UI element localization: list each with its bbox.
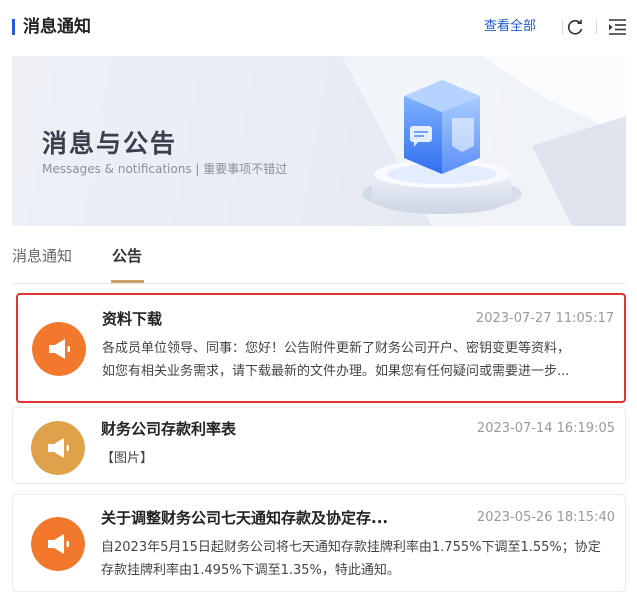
summary-line: 各成员单位领导、同事：您好！公告附件更新了财务公司开户、密钥变更等资料， [102, 341, 571, 356]
tab-messages[interactable]: 消息通知 [12, 246, 72, 266]
announcement-card[interactable]: 关于调整财务公司七天通知存款及协定存... 2023-05-26 18:15:4… [12, 494, 626, 592]
banner: 消息与公告 Messages & notifications | 重要事项不错过 [12, 56, 626, 226]
announcement-title: 财务公司存款利率表 [101, 420, 237, 438]
summary-line: 如您有相关业务需求，请下载最新的文件办理。如果您有任何疑问或需要进一步... [102, 364, 570, 379]
active-tab-indicator [111, 280, 144, 283]
announcement-card[interactable]: 资料下载 2023-07-27 11:05:17 各成员单位领导、同事：您好！公… [16, 293, 626, 403]
header-accent-bar [12, 19, 15, 35]
megaphone-icon [31, 421, 85, 475]
tab-announcements[interactable]: 公告 [112, 246, 142, 266]
announcement-time: 2023-05-26 18:15:40 [476, 510, 615, 525]
banner-subtitle: Messages & notifications | 重要事项不错过 [42, 162, 288, 176]
megaphone-icon [31, 517, 85, 571]
announcement-summary: 【图片】 [101, 447, 613, 470]
menu-list-icon[interactable] [608, 18, 627, 36]
announcement-title: 资料下载 [102, 310, 163, 328]
summary-line: 【图片】 [101, 451, 154, 466]
megaphone-icon [32, 322, 86, 376]
announcement-summary: 各成员单位领导、同事：您好！公告附件更新了财务公司开户、密钥变更等资料， 如您有… [102, 337, 612, 383]
header-divider [596, 20, 597, 34]
summary-line: 自2023年5月15日起财务公司将七天通知存款挂牌利率由1.755%下调至1.5… [101, 540, 601, 555]
header-divider [562, 20, 563, 34]
banner-title: 消息与公告 [42, 129, 178, 158]
tab-bar: 消息通知 公告 [12, 238, 626, 284]
announcement-time: 2023-07-27 11:05:17 [475, 311, 614, 326]
announcement-summary: 自2023年5月15日起财务公司将七天通知存款挂牌利率由1.755%下调至1.5… [101, 536, 613, 582]
announcement-time: 2023-07-14 16:19:05 [476, 421, 615, 436]
summary-line: 存款挂牌利率由1.495%下调至1.35%，特此通知。 [101, 563, 400, 578]
view-all-link[interactable]: 查看全部 [484, 19, 536, 35]
announcement-card[interactable]: 财务公司存款利率表 2023-07-14 16:19:05 【图片】 [12, 407, 626, 484]
section-header: 消息通知 查看全部 [12, 14, 627, 42]
page-title: 消息通知 [23, 17, 91, 37]
announcement-title: 关于调整财务公司七天通知存款及协定存... [101, 509, 389, 527]
refresh-icon[interactable] [565, 17, 585, 37]
